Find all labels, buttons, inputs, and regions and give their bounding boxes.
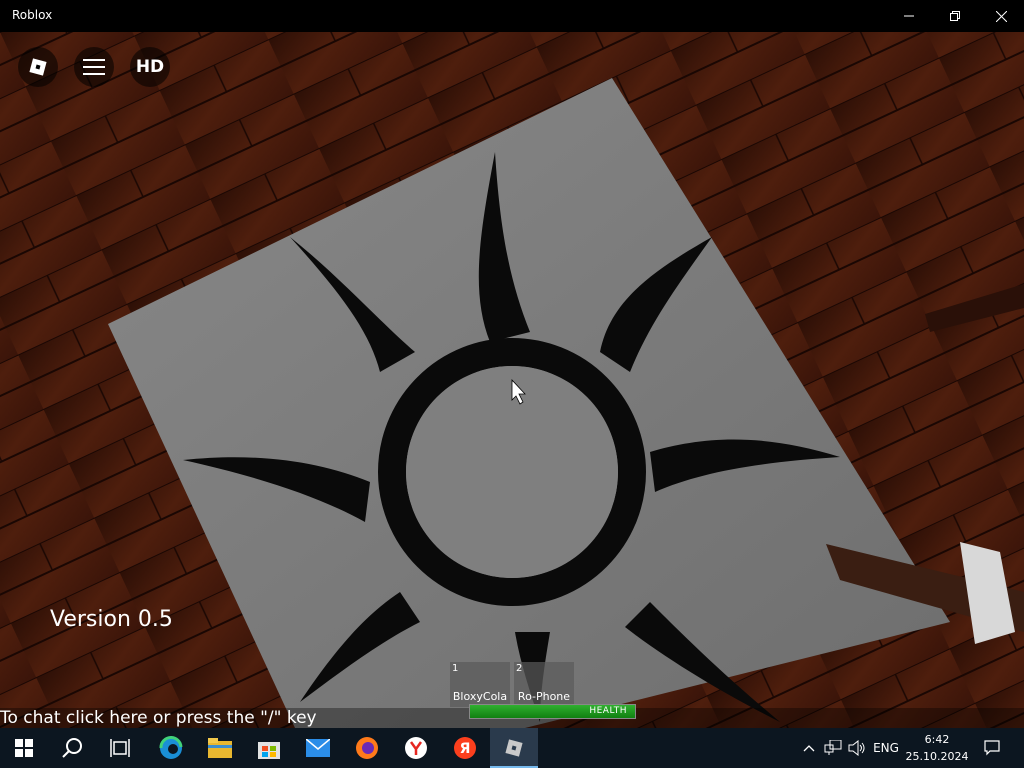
store-button[interactable] — [245, 728, 293, 768]
notifications-button[interactable] — [978, 728, 1006, 768]
roblox-button[interactable] — [490, 728, 538, 768]
hotbar-slot-1[interactable]: 1 BloxyCola — [450, 662, 510, 707]
network-icon — [824, 740, 842, 755]
mail-icon — [306, 739, 330, 757]
svg-text:Я: Я — [460, 741, 471, 757]
search-button[interactable] — [48, 728, 96, 768]
file-explorer-button[interactable] — [196, 728, 244, 768]
hamburger-menu-icon — [83, 59, 105, 75]
window-titlebar[interactable]: Roblox — [0, 0, 1024, 32]
clock-time: 6:42 — [924, 733, 950, 746]
window-title: Roblox — [12, 8, 53, 22]
file-explorer-icon — [208, 738, 232, 758]
restore-button[interactable] — [932, 0, 978, 32]
hotbar-slot-label: BloxyCola — [452, 690, 508, 703]
start-button[interactable] — [0, 728, 48, 768]
yandex-button[interactable]: Я — [441, 728, 489, 768]
clock[interactable]: 6:42 25.10.2024 — [905, 731, 969, 765]
network-tray-button[interactable] — [822, 728, 844, 768]
task-view-icon — [110, 739, 130, 757]
taskbar: Я ENG 6:42 25.10.2024 — [0, 728, 1024, 768]
health-label: HEALTH — [589, 706, 627, 716]
yandex-icon: Я — [454, 737, 476, 759]
clock-date: 25.10.2024 — [905, 750, 969, 763]
roblox-menu-icon — [29, 58, 47, 76]
minimize-button[interactable] — [886, 0, 932, 32]
roblox-menu-button[interactable] — [18, 47, 58, 87]
hotbar-slot-label: Ro-Phone — [517, 690, 571, 703]
version-label: Version 0.5 — [50, 607, 173, 632]
hotbar-slot-number: 1 — [452, 663, 459, 674]
hotbar-slot-2[interactable]: 2 Ro-Phone — [514, 662, 574, 707]
hotbar-slot-number: 2 — [516, 663, 523, 674]
restore-icon — [950, 11, 960, 21]
edge-button[interactable] — [147, 728, 195, 768]
chevron-up-icon — [803, 745, 815, 752]
hd-record-button[interactable]: HD — [130, 47, 170, 87]
yandex-browser-icon — [405, 737, 427, 759]
firefox-button[interactable] — [343, 728, 391, 768]
hd-record-icon: HD — [135, 57, 165, 77]
firefox-icon — [356, 737, 378, 759]
edge-icon — [159, 736, 183, 759]
store-icon — [258, 742, 280, 759]
notification-icon — [984, 740, 1000, 756]
mail-button[interactable] — [294, 728, 342, 768]
yandex-browser-button[interactable] — [392, 728, 440, 768]
volume-icon — [848, 740, 865, 756]
show-hidden-icons-button[interactable] — [800, 728, 818, 768]
task-view-button[interactable] — [96, 728, 144, 768]
hamburger-menu-button[interactable] — [74, 47, 114, 87]
start-icon — [15, 739, 33, 757]
minimize-icon — [904, 15, 914, 17]
close-button[interactable] — [978, 0, 1024, 32]
volume-tray-button[interactable] — [846, 728, 868, 768]
language-indicator[interactable]: ENG — [870, 728, 902, 768]
health-bar: HEALTH — [469, 704, 636, 719]
game-viewport[interactable]: HD Version 0.5 1 BloxyCola 2 Ro-Phone To… — [0, 32, 1024, 728]
close-icon — [995, 10, 1007, 22]
roblox-icon — [505, 739, 523, 757]
search-icon — [62, 738, 82, 758]
